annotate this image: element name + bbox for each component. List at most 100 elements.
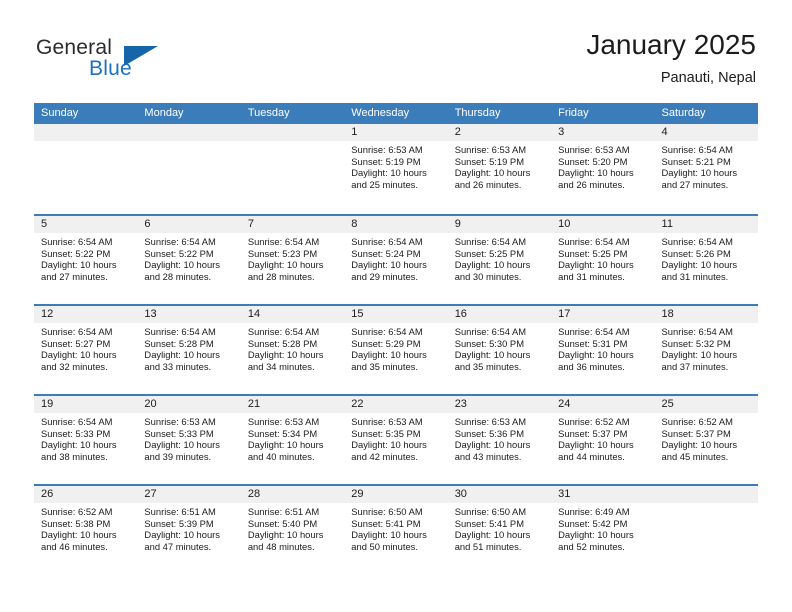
calendar-day-cell-5[interactable]: 5 Sunrise: 6:54 AM Sunset: 5:22 PM Daylight…	[34, 216, 138, 304]
calendar-day-cell-9[interactable]: 9 Sunrise: 6:54 AM Sunset: 5:25 PM Daylight…	[447, 216, 552, 304]
day-sun-info: Sunrise: 6:54 AM Sunset: 5:27 PM Daylight:…	[34, 323, 137, 372]
day-number: 1	[344, 124, 448, 141]
calendar-day-cell-15[interactable]: 15 Sunrise: 6:54 AM Sunset: 5:29 PM Dayligh…	[344, 306, 448, 394]
calendar-day-cell-21[interactable]: 21 Sunrise: 6:53 AM Sunset: 5:34 PM Dayligh…	[240, 396, 345, 484]
day-info-line: Daylight: 10 hours	[144, 439, 220, 451]
day-number: 30	[447, 486, 552, 503]
calendar-day-cell-8[interactable]: 8 Sunrise: 6:54 AM Sunset: 5:24 PM Daylight…	[344, 216, 448, 304]
calendar-day-cell-19[interactable]: 19 Sunrise: 6:54 AM Sunset: 5:33 PM Dayligh…	[34, 396, 138, 484]
calendar-day-cell-29[interactable]: 29 Sunrise: 6:50 AM Sunset: 5:41 PM Dayligh…	[344, 486, 448, 574]
calendar-day-cell-2[interactable]: 2 Sunrise: 6:53 AM Sunset: 5:19 PM Daylight…	[447, 124, 552, 214]
calendar-day-cell-23[interactable]: 23 Sunrise: 6:53 AM Sunset: 5:36 PM Dayligh…	[447, 396, 552, 484]
day-info-line: and 51 minutes.	[454, 540, 522, 552]
day-info-line: Daylight: 10 hours	[558, 529, 634, 541]
calendar-day-cell-6[interactable]: 6 Sunrise: 6:54 AM Sunset: 5:22 PM Daylight…	[137, 216, 241, 304]
day-info-line: Daylight: 10 hours	[247, 259, 324, 271]
day-info-line: Sunrise: 6:54 AM	[144, 236, 216, 247]
day-info-line: Sunset: 5:30 PM	[454, 337, 524, 349]
page-subtitle-location: Panauti, Nepal	[660, 70, 756, 86]
calendar-day-cell-25[interactable]: 25 Sunrise: 6:52 AM Sunset: 5:37 PM Dayligh…	[654, 396, 758, 484]
day-info-line: Daylight: 10 hours	[41, 349, 117, 361]
calendar-day-cell-3[interactable]: 3 Sunrise: 6:53 AM Sunset: 5:20 PM Daylight…	[551, 124, 655, 214]
calendar-day-cell-empty	[240, 124, 345, 214]
day-info-line: Daylight: 10 hours	[558, 349, 634, 361]
day-info-line: Sunrise: 6:53 AM	[247, 416, 320, 427]
day-info-line: Daylight: 10 hours	[351, 439, 427, 451]
day-info-line: Sunrise: 6:54 AM	[661, 326, 733, 337]
day-info-line: Sunrise: 6:53 AM	[351, 144, 423, 155]
day-info-line: Sunrise: 6:54 AM	[41, 236, 113, 247]
calendar-day-cell-27[interactable]: 27 Sunrise: 6:51 AM Sunset: 5:39 PM Dayligh…	[137, 486, 241, 574]
calendar-day-cell-7[interactable]: 7 Sunrise: 6:54 AM Sunset: 5:23 PM Daylight…	[240, 216, 345, 304]
day-info-line: Daylight: 10 hours	[144, 259, 220, 271]
day-info-line: and 37 minutes.	[661, 360, 729, 372]
calendar-grid: Sunday Monday Tuesday Wednesday Thursday Frid…	[34, 103, 758, 574]
day-number: 7	[240, 216, 345, 233]
calendar-day-cell-30[interactable]: 30 Sunrise: 6:50 AM Sunset: 5:41 PM Dayligh…	[447, 486, 552, 574]
calendar-day-cell-1[interactable]: 1 Sunrise: 6:53 AM Sunset: 5:19 PM Daylight…	[344, 124, 448, 214]
calendar-day-cell-18[interactable]: 18 Sunrise: 6:54 AM Sunset: 5:32 PM Dayligh…	[654, 306, 758, 394]
page-header: General Blue January 2025 Panauti, Nepal	[0, 0, 792, 103]
day-info-line: Sunset: 5:39 PM	[144, 517, 214, 529]
day-info-line: Sunset: 5:37 PM	[661, 427, 731, 439]
day-info-line: Daylight: 10 hours	[454, 529, 531, 541]
calendar-day-cell-12[interactable]: 12 Sunrise: 6:54 AM Sunset: 5:27 PM Dayligh…	[34, 306, 138, 394]
calendar-day-cell-14[interactable]: 14 Sunrise: 6:54 AM Sunset: 5:28 PM Dayligh…	[240, 306, 345, 394]
day-sun-info: Sunrise: 6:49 AM Sunset: 5:42 PM Daylight:…	[551, 503, 654, 552]
day-info-line: Daylight: 10 hours	[41, 439, 117, 451]
day-sun-info: Sunrise: 6:53 AM Sunset: 5:19 PM Daylight:…	[448, 141, 551, 190]
day-sun-info: Sunrise: 6:54 AM Sunset: 5:29 PM Daylight:…	[344, 323, 447, 372]
day-sun-info: Sunrise: 6:54 AM Sunset: 5:33 PM Daylight:…	[34, 413, 137, 462]
day-sun-info: Sunrise: 6:54 AM Sunset: 5:28 PM Daylight:…	[241, 323, 344, 372]
day-info-line: Daylight: 10 hours	[454, 439, 531, 451]
logo-text-blue: Blue	[89, 57, 132, 80]
calendar-day-cell-26[interactable]: 26 Sunrise: 6:52 AM Sunset: 5:38 PM Dayligh…	[34, 486, 138, 574]
day-number: 11	[654, 216, 758, 233]
day-sun-info: Sunrise: 6:53 AM Sunset: 5:34 PM Daylight:…	[241, 413, 344, 462]
day-info-line: Sunset: 5:34 PM	[247, 427, 318, 439]
day-info-line: Sunrise: 6:53 AM	[144, 416, 216, 427]
day-number: 9	[447, 216, 552, 233]
calendar-week-row: 26 Sunrise: 6:52 AM Sunset: 5:38 PM Dayligh…	[34, 484, 758, 574]
calendar-day-cell-28[interactable]: 28 Sunrise: 6:51 AM Sunset: 5:40 PM Dayligh…	[240, 486, 345, 574]
calendar-day-cell-16[interactable]: 16 Sunrise: 6:54 AM Sunset: 5:30 PM Dayligh…	[447, 306, 552, 394]
calendar-day-cell-13[interactable]: 13 Sunrise: 6:54 AM Sunset: 5:28 PM Dayligh…	[137, 306, 241, 394]
day-info-line: Daylight: 10 hours	[247, 349, 324, 361]
calendar-day-cell-4[interactable]: 4 Sunrise: 6:54 AM Sunset: 5:21 PM Daylight…	[654, 124, 758, 214]
calendar-day-cell-24[interactable]: 24 Sunrise: 6:52 AM Sunset: 5:37 PM Dayligh…	[551, 396, 655, 484]
day-sun-info: Sunrise: 6:52 AM Sunset: 5:38 PM Daylight:…	[34, 503, 137, 552]
day-sun-info: Sunrise: 6:54 AM Sunset: 5:23 PM Daylight:…	[241, 233, 344, 282]
day-info-line: Sunset: 5:27 PM	[41, 337, 111, 349]
day-info-line: and 35 minutes.	[454, 360, 522, 372]
day-info-line: and 50 minutes.	[351, 540, 418, 552]
day-info-line: Daylight: 10 hours	[351, 167, 427, 179]
day-info-line: Sunset: 5:22 PM	[144, 247, 214, 259]
weekday-header-saturday: Saturday	[661, 107, 706, 119]
day-info-line: and 25 minutes.	[351, 178, 418, 190]
weekday-header-tuesday: Tuesday	[247, 107, 290, 119]
day-info-line: Sunrise: 6:54 AM	[351, 326, 423, 337]
calendar-weeks: 1 Sunrise: 6:53 AM Sunset: 5:19 PM Daylight…	[34, 124, 758, 574]
calendar-day-cell-10[interactable]: 10 Sunrise: 6:54 AM Sunset: 5:25 PM Dayligh…	[551, 216, 655, 304]
day-info-line: Sunset: 5:19 PM	[454, 155, 524, 167]
day-info-line: Daylight: 10 hours	[144, 529, 220, 541]
day-sun-info: Sunrise: 6:54 AM Sunset: 5:21 PM Daylight:…	[655, 141, 758, 190]
day-info-line: Daylight: 10 hours	[558, 259, 634, 271]
calendar-day-cell-11[interactable]: 11 Sunrise: 6:54 AM Sunset: 5:26 PM Dayligh…	[654, 216, 758, 304]
calendar-day-cell-31[interactable]: 31 Sunrise: 6:49 AM Sunset: 5:42 PM Dayligh…	[551, 486, 655, 574]
weekday-header-monday: Monday	[144, 107, 184, 119]
day-info-line: Sunset: 5:32 PM	[661, 337, 731, 349]
day-number: 27	[137, 486, 241, 503]
day-number: 20	[137, 396, 241, 413]
day-info-line: Sunset: 5:36 PM	[454, 427, 524, 439]
day-number	[34, 124, 138, 141]
day-sun-info: Sunrise: 6:54 AM Sunset: 5:24 PM Daylight:…	[344, 233, 447, 282]
calendar-day-cell-20[interactable]: 20 Sunrise: 6:53 AM Sunset: 5:33 PM Dayligh…	[137, 396, 241, 484]
day-info-line: and 43 minutes.	[454, 450, 522, 462]
general-blue-logo[interactable]: General Blue	[36, 36, 276, 92]
calendar-day-cell-22[interactable]: 22 Sunrise: 6:53 AM Sunset: 5:35 PM Dayligh…	[344, 396, 448, 484]
day-number: 12	[34, 306, 138, 323]
day-info-line: Sunrise: 6:54 AM	[247, 236, 320, 247]
calendar-page: General Blue January 2025 Panauti, Nepal…	[0, 0, 792, 612]
calendar-day-cell-17[interactable]: 17 Sunrise: 6:54 AM Sunset: 5:31 PM Dayligh…	[551, 306, 655, 394]
